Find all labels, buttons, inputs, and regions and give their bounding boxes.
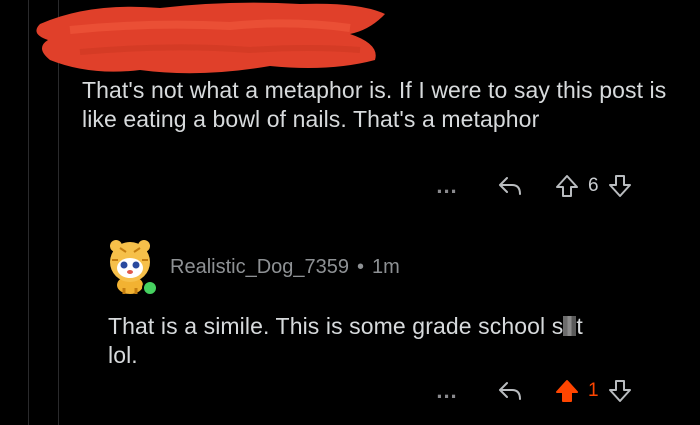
upvote-filled-icon xyxy=(556,380,578,402)
reply-button[interactable] xyxy=(490,174,530,198)
reply-timestamp: 1m xyxy=(372,255,400,278)
meta-separator: • xyxy=(357,255,365,278)
reply-button[interactable] xyxy=(490,379,530,403)
reply-icon xyxy=(499,382,521,400)
upvote-icon xyxy=(556,175,578,197)
reply-text-line2: lol. xyxy=(108,342,138,368)
vote-score: 6 xyxy=(588,175,599,196)
downvote-button[interactable] xyxy=(605,173,635,199)
downvote-icon xyxy=(608,175,631,197)
censor-block xyxy=(563,316,577,336)
more-options-button[interactable]: ... xyxy=(430,380,464,402)
reply-text-line1: That is a simile. This is some grade sch… xyxy=(108,313,583,339)
redaction-scribble xyxy=(36,2,385,74)
online-status-dot xyxy=(142,280,158,296)
reply-action-bar: ... 1 xyxy=(430,376,635,406)
upvote-button-active[interactable] xyxy=(552,378,582,404)
reply-comment-text: That is a simile. This is some grade sch… xyxy=(108,312,678,370)
avatar[interactable] xyxy=(104,238,158,296)
downvote-icon xyxy=(608,380,631,402)
vote-score: 1 xyxy=(588,380,599,401)
reply-author-row: Realistic_Dog_7359 • 1m xyxy=(104,238,400,296)
parent-comment-text: That's not what a metaphor is. If I were… xyxy=(82,77,667,132)
thread-line xyxy=(28,0,29,425)
reply-icon xyxy=(499,177,521,195)
upvote-button[interactable] xyxy=(552,173,582,199)
reply-username[interactable]: Realistic_Dog_7359 xyxy=(170,256,349,279)
parent-action-bar: ... 6 xyxy=(430,171,635,201)
downvote-button[interactable] xyxy=(605,378,635,404)
more-options-button[interactable]: ... xyxy=(430,175,464,197)
